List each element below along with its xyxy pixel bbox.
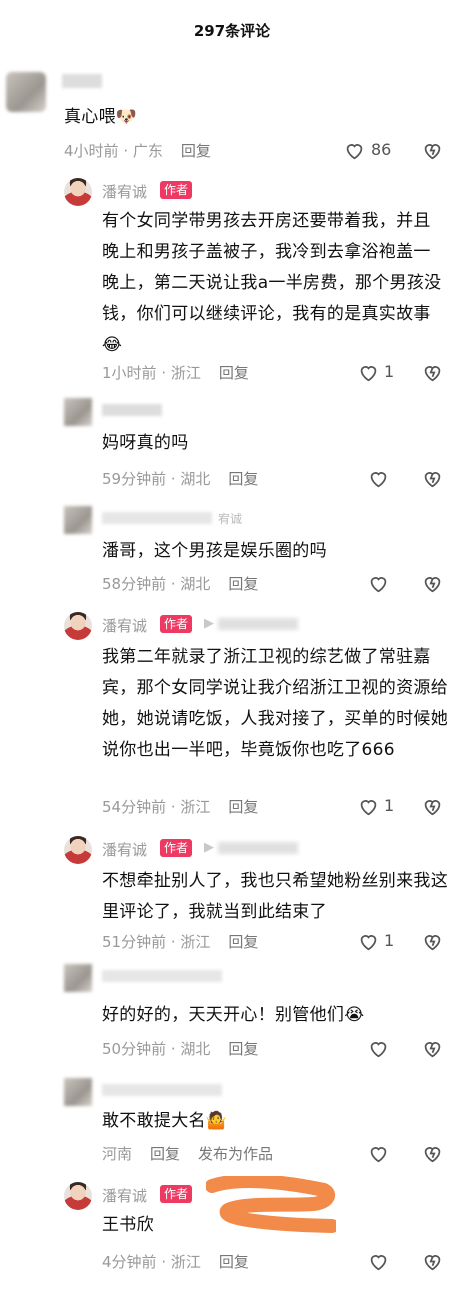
- redaction-scribble: [206, 1176, 336, 1233]
- comment-text: 妈呀真的吗: [102, 433, 189, 453]
- reply-button[interactable]: 回复: [150, 1145, 180, 1163]
- comment-location: 广东: [132, 142, 163, 160]
- comment-time: 51分钟前: [102, 933, 167, 951]
- comment-time: 59分钟前: [102, 470, 167, 488]
- avatar[interactable]: [64, 1078, 92, 1106]
- comment-meta: 1小时前 · 浙江 回复: [102, 364, 249, 382]
- comment-location: 湖北: [180, 470, 211, 488]
- dislike-icon[interactable]: [422, 932, 443, 951]
- comment-location: 浙江: [180, 798, 211, 816]
- like-icon[interactable]: [358, 932, 379, 951]
- dislike-icon[interactable]: [422, 1144, 443, 1163]
- author-badge: 作者: [160, 1185, 193, 1203]
- comment-location: 湖北: [180, 575, 211, 593]
- reply-target: ▶: [204, 616, 299, 631]
- reply-button[interactable]: 回复: [228, 798, 258, 816]
- reply-target: ▶: [204, 840, 299, 855]
- comment-text: 敢不敢提大名🤷: [102, 1111, 228, 1131]
- dislike-icon[interactable]: [422, 141, 443, 160]
- comment-meta: 54分钟前 · 浙江 回复: [102, 798, 259, 816]
- avatar[interactable]: [64, 964, 92, 992]
- comment-text: 潘哥，这个男孩是娱乐圈的吗: [102, 541, 327, 561]
- comment-username[interactable]: [102, 970, 222, 982]
- like-count: 1: [384, 931, 395, 950]
- comment-username[interactable]: [102, 404, 162, 416]
- comment-username[interactable]: 潘宥诚: [102, 839, 147, 860]
- comment-username[interactable]: [62, 74, 102, 88]
- like-icon[interactable]: [368, 469, 389, 488]
- like-count: 1: [384, 362, 395, 381]
- publish-as-work-button[interactable]: 发布为作品: [198, 1145, 273, 1163]
- comment-username: [102, 512, 212, 524]
- like-icon[interactable]: [368, 1252, 389, 1271]
- comment-meta: 51分钟前 · 浙江 回复: [102, 933, 259, 951]
- comment-meta: 河南 回复 发布为作品: [102, 1143, 273, 1164]
- comment-meta: 50分钟前 · 湖北 回复: [102, 1040, 259, 1058]
- comment-time: 4小时前: [64, 142, 119, 160]
- comment-username[interactable]: 潘宥诚: [102, 181, 147, 202]
- comment-location: 浙江: [170, 1253, 201, 1271]
- like-icon[interactable]: [344, 141, 365, 160]
- dislike-icon[interactable]: [422, 469, 443, 488]
- reply-button[interactable]: 回复: [219, 364, 249, 382]
- reply-button[interactable]: 回复: [228, 1040, 258, 1058]
- reply-button[interactable]: 回复: [228, 575, 258, 593]
- dislike-icon[interactable]: [422, 1039, 443, 1058]
- author-badge: 作者: [160, 181, 193, 199]
- comment-location: 河南: [102, 1145, 133, 1163]
- comment-location: 浙江: [170, 364, 201, 382]
- comment-time: 50分钟前: [102, 1040, 167, 1058]
- comment-username[interactable]: 潘宥诚: [102, 1185, 147, 1206]
- comment-meta: 59分钟前 · 湖北 回复: [102, 470, 259, 488]
- reply-button[interactable]: 回复: [219, 1253, 249, 1271]
- like-icon[interactable]: [358, 363, 379, 382]
- reply-arrow-icon: ▶: [204, 840, 214, 855]
- comment-username[interactable]: 宥诚: [218, 510, 242, 527]
- like-count: 86: [371, 140, 392, 159]
- avatar[interactable]: [64, 398, 92, 426]
- comment-time: 54分钟前: [102, 798, 167, 816]
- comment-location: 湖北: [180, 1040, 211, 1058]
- cropped-top-text: ▔▔▔▔▔▔▔▔▔▔▔▔▔▔▔▔▔▔: [0, 0, 464, 6]
- like-icon[interactable]: [368, 1144, 389, 1163]
- author-avatar[interactable]: [64, 1182, 92, 1210]
- like-count: 1: [384, 796, 395, 815]
- comment-time: 4分钟前: [102, 1253, 157, 1271]
- like-icon[interactable]: [368, 1039, 389, 1058]
- author-avatar[interactable]: [64, 612, 92, 640]
- comment-time: 1小时前: [102, 364, 157, 382]
- dislike-icon[interactable]: [422, 363, 443, 382]
- dislike-icon[interactable]: [422, 1252, 443, 1271]
- like-icon[interactable]: [358, 797, 379, 816]
- author-avatar[interactable]: [64, 836, 92, 864]
- avatar[interactable]: [64, 506, 92, 534]
- comment-username[interactable]: 潘宥诚: [102, 615, 147, 636]
- dislike-icon[interactable]: [422, 797, 443, 816]
- comment-text: 有个女同学带男孩去开房还要带着我，并且晚上和男孩子盖被子，我冷到去拿浴袍盖一晚上…: [102, 211, 442, 355]
- author-badge: 作者: [160, 615, 193, 633]
- reply-button[interactable]: 回复: [228, 933, 258, 951]
- dislike-icon[interactable]: [422, 574, 443, 593]
- reply-arrow-icon: ▶: [204, 616, 214, 631]
- reply-button[interactable]: 回复: [181, 142, 211, 160]
- comment-meta: 4分钟前 · 浙江 回复: [102, 1253, 249, 1271]
- comment-text: 真心喂🐶: [64, 107, 138, 127]
- comment-meta: 4小时前 · 广东 回复: [64, 142, 211, 160]
- like-icon[interactable]: [368, 574, 389, 593]
- comment-location: 浙江: [180, 933, 211, 951]
- comment-time: 58分钟前: [102, 575, 167, 593]
- comment-text: 王书欣: [102, 1215, 154, 1235]
- author-badge: 作者: [160, 839, 193, 857]
- comments-count-title: 297条评论: [193, 22, 271, 40]
- comment-username[interactable]: [102, 1084, 222, 1096]
- comment-meta: 58分钟前 · 湖北 回复: [102, 575, 259, 593]
- comment-text: 不想牵扯别人了，我也只希望她粉丝别来我这里评论了，我就当到此结束了: [102, 871, 448, 922]
- avatar[interactable]: [6, 72, 46, 112]
- comment-text: 我第二年就录了浙江卫视的综艺做了常驻嘉宾，那个女同学说让我介绍浙江卫视的资源给她…: [102, 647, 448, 760]
- comment-text: 好的好的，天天开心！别管他们😭: [102, 1005, 365, 1025]
- reply-button[interactable]: 回复: [228, 470, 258, 488]
- author-avatar[interactable]: [64, 178, 92, 206]
